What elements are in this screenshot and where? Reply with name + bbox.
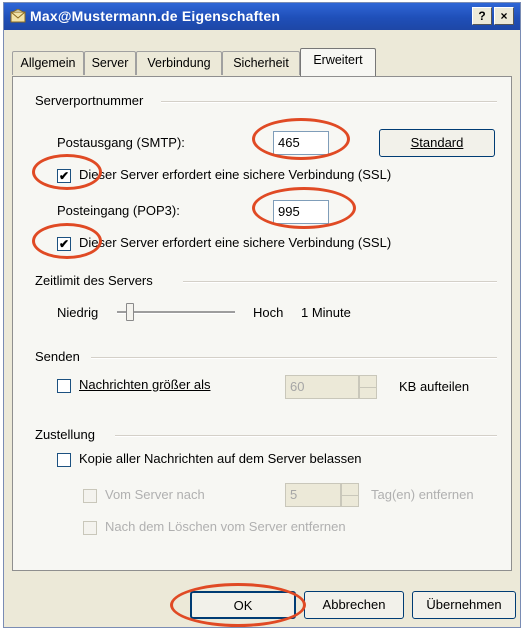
tab-panel-erweitert: Serverportnummer Postausgang (SMTP): 465… <box>12 76 512 571</box>
group-divider <box>115 435 497 437</box>
pop3-port-label: Posteingang (POP3): <box>57 203 180 218</box>
standard-button-label: Standard <box>410 135 464 150</box>
split-messages-checkbox[interactable] <box>57 379 71 393</box>
properties-dialog: Max@Mustermann.de Eigenschaften ? × Allg… <box>3 2 521 628</box>
group-label-timeout: Zeitlimit des Servers <box>35 273 153 288</box>
split-messages-label: Nachrichten größer als <box>79 377 211 392</box>
smtp-port-label: Postausgang (SMTP): <box>57 135 185 150</box>
timeout-high-label: Hoch <box>253 305 284 320</box>
mail-account-icon <box>10 9 26 23</box>
split-size-input[interactable]: 60 <box>285 375 359 399</box>
group-divider <box>91 357 497 359</box>
group-label-send: Senden <box>35 349 80 364</box>
pop3-port-input[interactable]: 995 <box>273 200 329 224</box>
tab-allgemein[interactable]: Allgemein <box>12 51 84 75</box>
timeout-low-label: Niedrig <box>57 305 99 320</box>
help-button[interactable]: ? <box>472 7 492 25</box>
split-size-spinner[interactable] <box>359 375 377 399</box>
group-label-delivery: Zustellung <box>35 427 95 442</box>
group-label-serverports: Serverportnummer <box>35 93 144 108</box>
apply-button[interactable]: Übernehmen <box>412 591 516 619</box>
cancel-button[interactable]: Abbrechen <box>304 591 404 619</box>
tab-erweitert[interactable]: Erweitert <box>300 48 376 76</box>
keep-copy-label: Kopie aller Nachrichten auf dem Server b… <box>79 451 362 466</box>
spin-up[interactable] <box>342 484 358 496</box>
slider-thumb[interactable] <box>126 303 134 321</box>
tab-server[interactable]: Server <box>84 51 136 75</box>
group-divider <box>183 281 497 283</box>
smtp-ssl-label: Dieser Server erfordert eine sichere Ver… <box>79 167 392 182</box>
remove-after-input[interactable]: 5 <box>285 483 341 507</box>
remove-after-checkbox[interactable] <box>83 489 97 503</box>
smtp-ssl-checkbox[interactable]: ✔ <box>57 169 71 183</box>
tab-verbindung[interactable]: Verbindung <box>136 51 222 75</box>
spin-up[interactable] <box>360 376 376 388</box>
timeout-slider[interactable] <box>117 303 235 323</box>
smtp-port-input[interactable]: 465 <box>273 131 329 155</box>
split-unit-label: KB aufteilen <box>399 379 470 394</box>
remove-after-label: Vom Server nach <box>105 487 205 502</box>
tab-sicherheit[interactable]: Sicherheit <box>222 51 300 75</box>
pop3-ssl-checkbox[interactable]: ✔ <box>57 237 71 251</box>
remove-on-delete-checkbox[interactable] <box>83 521 97 535</box>
standard-button[interactable]: Standard <box>379 129 495 157</box>
remove-after-spinner[interactable] <box>341 483 359 507</box>
ok-button[interactable]: OK <box>190 591 296 619</box>
window-title: Max@Mustermann.de Eigenschaften <box>30 8 281 24</box>
slider-track <box>117 311 235 314</box>
remove-on-delete-label: Nach dem Löschen vom Server entfernen <box>105 519 346 534</box>
pop3-ssl-label: Dieser Server erfordert eine sichere Ver… <box>79 235 392 250</box>
title-bar[interactable]: Max@Mustermann.de Eigenschaften ? × <box>4 3 520 30</box>
keep-copy-checkbox[interactable] <box>57 453 71 467</box>
timeout-value: 1 Minute <box>301 305 351 320</box>
close-button[interactable]: × <box>494 7 514 25</box>
remove-after-unit: Tag(en) entfernen <box>371 487 474 502</box>
group-divider <box>161 101 497 103</box>
